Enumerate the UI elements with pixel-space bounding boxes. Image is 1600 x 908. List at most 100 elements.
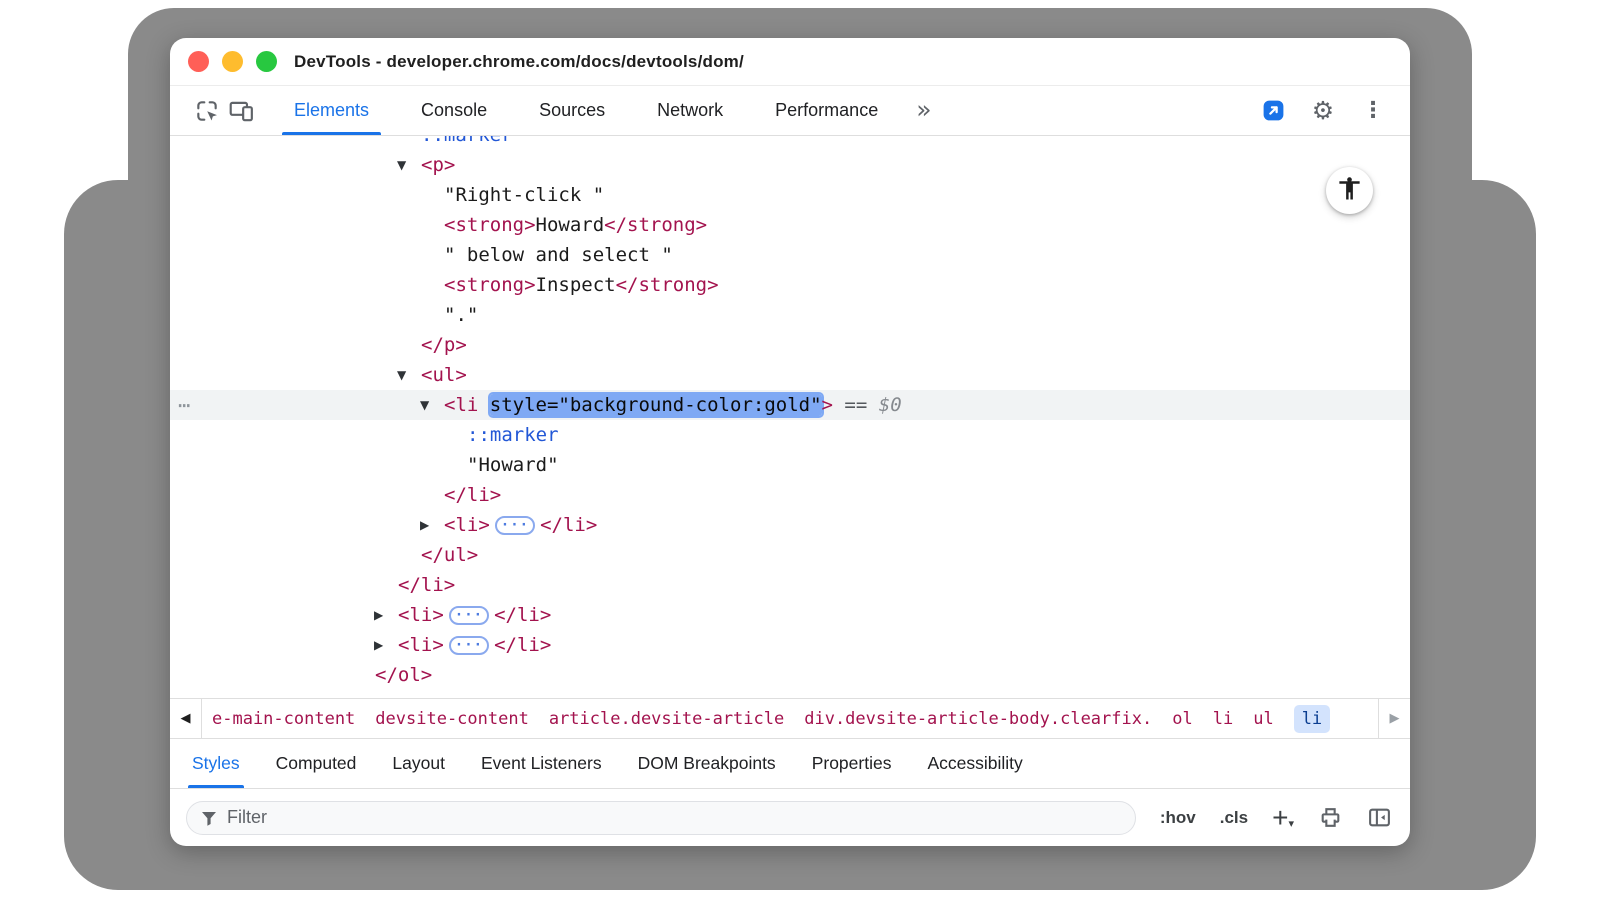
- dom-tree-row[interactable]: ▶<li>···</li>: [170, 630, 1410, 660]
- dom-token: </ul>: [421, 544, 478, 566]
- row-overflow-icon[interactable]: ⋯: [178, 390, 190, 420]
- dom-tree-row[interactable]: "Right-click ": [170, 180, 1410, 210]
- devtools-window: DevTools - developer.chrome.com/docs/dev…: [170, 38, 1410, 846]
- breadcrumb-bar: ◀ e-main-content devsite-content article.d…: [170, 698, 1410, 738]
- disclosure-triangle-icon[interactable]: ▶: [374, 600, 383, 630]
- dom-token: </li>: [398, 574, 455, 596]
- breadcrumb-item[interactable]: article.devsite-article: [549, 709, 784, 729]
- tab-performance[interactable]: Performance: [749, 86, 904, 135]
- disclosure-triangle-icon[interactable]: ▶: [374, 630, 383, 660]
- dom-token: [833, 394, 844, 416]
- new-style-rule-button[interactable]: + ▾: [1272, 808, 1294, 828]
- filter-input-wrap[interactable]: [186, 801, 1136, 835]
- styles-tab-accessibility[interactable]: Accessibility: [909, 739, 1040, 788]
- device-toolbar-icon[interactable]: [224, 94, 258, 128]
- dom-tree: ::marker▼<p>"Right-click "<strong>Howard…: [170, 136, 1410, 698]
- dom-tree-row[interactable]: </ul>: [170, 540, 1410, 570]
- styles-tab-event-listeners[interactable]: Event Listeners: [463, 739, 620, 788]
- hidden-children-icon[interactable]: ···: [449, 636, 489, 655]
- traffic-lights: [188, 51, 277, 72]
- cls-toggle[interactable]: .cls: [1220, 808, 1248, 828]
- filter-funnel-icon: [200, 809, 218, 827]
- styles-tab-properties[interactable]: Properties: [794, 739, 910, 788]
- dom-tree-row[interactable]: </li>: [170, 480, 1410, 510]
- inspect-icon[interactable]: [190, 94, 224, 128]
- rendering-emulations-icon[interactable]: [1318, 805, 1343, 830]
- dom-tree-row[interactable]: ▼ <ul>: [170, 360, 1410, 390]
- hidden-children-icon[interactable]: ···: [449, 606, 489, 625]
- undock-icon[interactable]: [1256, 94, 1290, 128]
- dom-token: Inspect: [536, 274, 616, 296]
- styles-pane-controls: :hov .cls + ▾: [1160, 805, 1394, 830]
- breadcrumb-next-icon[interactable]: ▶: [1378, 699, 1410, 738]
- window-title: DevTools - developer.chrome.com/docs/dev…: [294, 52, 744, 72]
- breadcrumb-item[interactable]: ul: [1253, 709, 1273, 729]
- dom-tree-row[interactable]: </li>: [170, 570, 1410, 600]
- dom-tree-row[interactable]: ".": [170, 300, 1410, 330]
- breadcrumb-item[interactable]: ol: [1172, 709, 1192, 729]
- more-tabs-icon[interactable]: »: [904, 95, 943, 124]
- breadcrumb-prev-icon[interactable]: ◀: [170, 699, 202, 738]
- breadcrumb-item[interactable]: li: [1213, 709, 1233, 729]
- dom-tree-row[interactable]: ▼ <p>: [170, 150, 1410, 180]
- settings-gear-icon[interactable]: ⚙: [1306, 94, 1340, 128]
- dom-tree-row[interactable]: <strong>Howard</strong>: [170, 210, 1410, 240]
- tab-console[interactable]: Console: [395, 86, 513, 135]
- disclosure-triangle-icon[interactable]: ▶: [420, 510, 429, 540]
- accessibility-fab[interactable]: [1326, 167, 1373, 214]
- dom-token: </ol>: [375, 664, 432, 686]
- styles-tab-dom-breakpoints[interactable]: DOM Breakpoints: [620, 739, 794, 788]
- dom-token: <p>: [421, 154, 455, 176]
- dom-token: </li>: [444, 484, 501, 506]
- plus-icon: +: [1272, 808, 1288, 828]
- styles-tab-styles[interactable]: Styles: [174, 739, 258, 788]
- breadcrumb-item[interactable]: e-main-content: [212, 709, 355, 729]
- toggle-sidebar-icon[interactable]: [1367, 805, 1392, 830]
- dom-tree-row[interactable]: "Howard": [170, 450, 1410, 480]
- minimize-button[interactable]: [222, 51, 243, 72]
- dom-token: <ul>: [421, 364, 467, 386]
- filter-input[interactable]: [227, 807, 1122, 828]
- more-options-icon[interactable]: ⋮: [1356, 94, 1390, 128]
- breadcrumb-item[interactable]: devsite-content: [375, 709, 529, 729]
- close-button[interactable]: [188, 51, 209, 72]
- disclosure-triangle-icon[interactable]: ▼: [397, 360, 406, 390]
- disclosure-triangle-icon[interactable]: ▼: [397, 150, 406, 180]
- breadcrumb-item[interactable]: div.devsite-article-body.clearfix.: [804, 709, 1152, 729]
- caret-down-icon: ▾: [1288, 817, 1294, 830]
- dom-tree-row[interactable]: </p>: [170, 330, 1410, 360]
- hidden-children-icon[interactable]: ···: [495, 516, 535, 535]
- dom-tree-row[interactable]: ::marker: [170, 420, 1410, 450]
- styles-tab-layout[interactable]: Layout: [374, 739, 463, 788]
- dom-token: ::marker: [421, 136, 513, 146]
- dom-token: " below and select ": [444, 244, 673, 266]
- dom-tree-row[interactable]: <strong>Inspect</strong>: [170, 270, 1410, 300]
- dom-tree-row[interactable]: ▶<li>···</li>: [170, 510, 1410, 540]
- accessibility-person-icon: [1336, 175, 1363, 207]
- dom-tree-row[interactable]: ▶<li>···</li>: [170, 600, 1410, 630]
- dom-tree-row[interactable]: ⋯▼<li style="background-color:gold"> == …: [170, 390, 1410, 420]
- dom-token: "Howard": [467, 454, 559, 476]
- dom-token: </li>: [540, 514, 597, 536]
- dom-token: </strong>: [616, 274, 719, 296]
- disclosure-triangle-icon[interactable]: ▼: [420, 390, 429, 420]
- tab-elements[interactable]: Elements: [268, 86, 395, 135]
- styles-tab-computed[interactable]: Computed: [258, 739, 375, 788]
- dom-token: >: [822, 394, 833, 416]
- tab-sources[interactable]: Sources: [513, 86, 631, 135]
- dom-tree-row[interactable]: " below and select ": [170, 240, 1410, 270]
- dom-token: "Right-click ": [444, 184, 604, 206]
- dom-token: ".": [444, 304, 478, 326]
- zoom-button[interactable]: [256, 51, 277, 72]
- hov-toggle[interactable]: :hov: [1160, 808, 1196, 828]
- dom-token: <strong>: [444, 214, 536, 236]
- styles-filter-bar: :hov .cls + ▾: [170, 788, 1410, 846]
- dom-tree-row[interactable]: </ol>: [170, 660, 1410, 690]
- breadcrumb-item[interactable]: li: [1294, 705, 1330, 733]
- panel-tabs: ElementsConsoleSourcesNetworkPerformance: [268, 86, 904, 135]
- tab-network[interactable]: Network: [631, 86, 749, 135]
- dom-tree-row[interactable]: ::marker: [170, 136, 1410, 150]
- sidebar-panel-tabs: StylesComputedLayoutEvent ListenersDOM B…: [170, 738, 1410, 788]
- breadcrumb: e-main-content devsite-content article.dev…: [202, 699, 1378, 738]
- dom-token: ::marker: [467, 424, 559, 446]
